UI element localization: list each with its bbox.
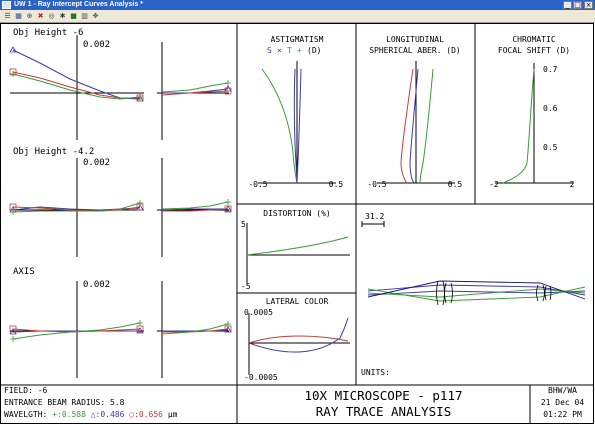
stop-icon[interactable]: ■ xyxy=(69,12,78,20)
astig-axes xyxy=(258,61,336,184)
chrom-title1: CHROMATIC xyxy=(512,35,556,44)
dist-y-top: 5 xyxy=(241,220,246,229)
fan3-scale: 0.002 xyxy=(83,280,110,290)
chrom-tick-right: 2 xyxy=(570,180,575,189)
wl-green: +:0.588 xyxy=(52,410,86,419)
dist-curve xyxy=(246,236,349,256)
latcol-blue xyxy=(248,317,349,353)
astig-title: ASTIGMATISM xyxy=(271,35,324,44)
layout-scale-label: 31.2 xyxy=(365,212,384,221)
chrom-axes xyxy=(495,63,573,184)
fan3-label: AXIS xyxy=(13,267,35,277)
long-blue-curve xyxy=(409,68,419,184)
footer-author: BHW/WA xyxy=(548,386,577,395)
move-icon[interactable]: ✥ xyxy=(91,12,100,20)
layout-scale-bar xyxy=(361,221,385,227)
footer-field: FIELD: -6 xyxy=(4,386,48,395)
window-title: UW 1 - Ray Intercept Curves Analysis * xyxy=(14,1,143,8)
fan1-label: Obj Height -6 xyxy=(13,28,83,38)
toolbar: ☰ ▦ ⊕ ✖ ◎ ✱ ■ ▥ ✥ xyxy=(0,10,595,23)
fan2-scale: 0.002 xyxy=(83,158,110,168)
plot-title-2: RAY TRACE ANALYSIS xyxy=(315,404,452,419)
astig-legend-plus: + xyxy=(297,46,302,55)
dist-y-bot: -5 xyxy=(241,282,251,291)
fan1s-green xyxy=(161,82,229,93)
astig-tick-right: 0.5 xyxy=(329,180,344,189)
long-title1: LONGITUDINAL xyxy=(386,35,444,44)
app-icon xyxy=(2,1,11,9)
chrom-y2: 0.6 xyxy=(543,104,558,113)
minimize-button[interactable]: _ xyxy=(563,1,572,9)
fan-markers xyxy=(9,46,232,342)
astig-legend-s: S xyxy=(267,46,272,55)
close-button[interactable]: × xyxy=(584,1,593,9)
lens-rays xyxy=(367,280,586,302)
plot-canvas: Obj Height -6 0.002 Obj Height -4.2 0.00… xyxy=(0,23,594,424)
astig-tick-left: -0.5 xyxy=(248,180,267,189)
long-tick-right: 0.5 xyxy=(448,180,463,189)
fan2s-green xyxy=(161,201,229,210)
close-x-icon[interactable]: ✖ xyxy=(36,12,45,20)
footer-time: 01:22 PM xyxy=(543,410,582,419)
fan3-axes xyxy=(10,281,229,378)
maximize-button[interactable]: □ xyxy=(573,1,582,9)
chrom-curve xyxy=(502,68,535,184)
fan2-label: Obj Height -4.2 xyxy=(13,147,94,157)
target-icon[interactable]: ◎ xyxy=(47,12,56,20)
grid-icon[interactable]: ▦ xyxy=(14,12,23,20)
plot-title-1: 10X MICROSCOPE - p117 xyxy=(304,388,463,403)
dist-title: DISTORTION (%) xyxy=(263,209,330,218)
fan1-scale: 0.002 xyxy=(83,40,110,50)
long-title2: SPHERICAL ABER. (D) xyxy=(369,46,461,55)
title-bar[interactable]: UW 1 - Ray Intercept Curves Analysis * _… xyxy=(0,0,595,10)
dist-axes xyxy=(246,223,350,285)
wl-label: WAVELGTH: xyxy=(4,410,48,419)
long-tick-left: -0.5 xyxy=(367,180,386,189)
film-icon[interactable]: ▥ xyxy=(80,12,89,20)
chrom-y3: 0.5 xyxy=(543,143,558,152)
long-axes xyxy=(377,61,455,184)
zoom-icon[interactable]: ⊕ xyxy=(25,12,34,20)
astig-t-curve xyxy=(261,68,298,184)
ray-trace-plot: Obj Height -6 0.002 Obj Height -4.2 0.00… xyxy=(0,23,595,425)
latcol-title: LATERAL COLOR xyxy=(266,297,329,306)
long-green-curve xyxy=(419,68,434,184)
footer-beam: ENTRANCE BEAM RADIUS: 5.8 xyxy=(4,398,125,407)
wl-red: ○:0.656 xyxy=(129,410,163,419)
latcol-red xyxy=(248,335,349,344)
wl-unit: µm xyxy=(167,410,178,419)
astig-x-curve xyxy=(296,68,302,184)
app-window: UW 1 - Ray Intercept Curves Analysis * _… xyxy=(0,0,595,425)
latcol-y-top: 0.0005 xyxy=(244,308,273,317)
chrom-title2: FOCAL SHIFT (D) xyxy=(498,46,570,55)
fan1-axes xyxy=(10,35,229,140)
chrom-y1: 0.7 xyxy=(543,65,558,74)
astig-legend-t: T xyxy=(287,46,292,55)
pan-icon[interactable]: ☰ xyxy=(3,12,12,20)
layout-units: UNITS: xyxy=(361,368,390,377)
astig-legend-d: (D) xyxy=(307,46,321,55)
astig-legend-x: × xyxy=(277,46,282,55)
chrom-tick-left: -2 xyxy=(489,180,499,189)
settings-icon[interactable]: ✱ xyxy=(58,12,67,20)
long-red-curve xyxy=(400,68,414,184)
footer-date: 21 Dec 04 xyxy=(540,398,585,407)
footer-wavelengths: WAVELGTH: +:0.588 △:0.486 ○:0.656 µm xyxy=(4,410,177,420)
latcol-axes xyxy=(248,313,350,375)
wl-blue: △:0.486 xyxy=(90,410,125,419)
